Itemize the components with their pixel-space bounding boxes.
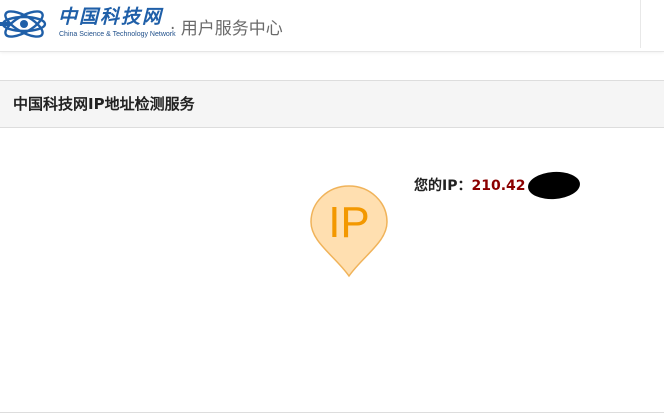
site-logo[interactable]: 中国科技网 China Science & Technology Network	[0, 0, 180, 48]
ip-info: 您的IP：210.42	[414, 175, 526, 195]
section-header: 中国科技网IP地址检测服务	[0, 80, 664, 128]
ip-label: 您的IP：	[414, 178, 472, 194]
logo-chinese-name: 中国科技网	[58, 6, 164, 28]
ip-value: 210.42	[471, 178, 526, 194]
logo-english-name: China Science & Technology Network	[59, 31, 176, 38]
redaction-mark	[527, 170, 581, 201]
map-pin-icon: IP	[310, 185, 388, 278]
header-divider	[640, 0, 641, 48]
atom-logo-icon	[0, 10, 47, 38]
footer-divider	[0, 412, 664, 413]
header-title: · 用户服务中心	[170, 19, 283, 39]
section-title: 中国科技网IP地址检测服务	[13, 95, 195, 113]
pin-label: IP	[328, 198, 370, 247]
top-header: 中国科技网 China Science & Technology Network…	[0, 0, 664, 52]
